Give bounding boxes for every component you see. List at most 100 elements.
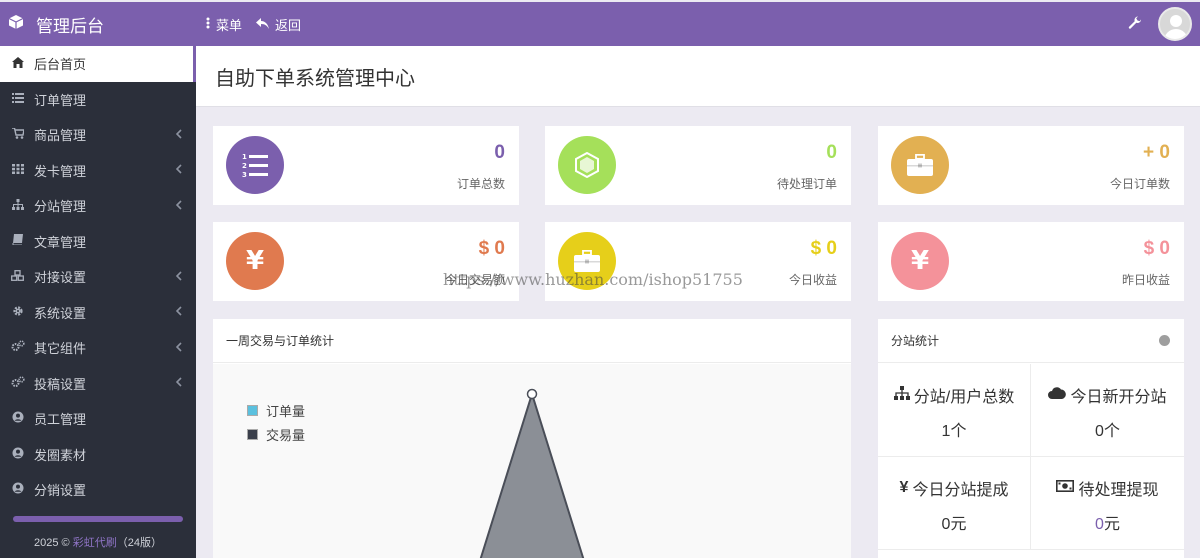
chevron-left-icon: [175, 341, 182, 355]
sidebar-item-label: 发圈素材: [34, 447, 87, 463]
substation-total-title: 分站/用户总数: [913, 389, 1015, 406]
user-circle-icon: [10, 447, 26, 462]
cart-icon: [10, 127, 26, 142]
sidebar-item-label: 分销设置: [34, 483, 87, 499]
stat-label: 今日订单数: [1109, 177, 1170, 191]
cloud-icon: [1048, 386, 1067, 404]
ordered-list-icon: 123: [226, 136, 284, 194]
stat-value: 0: [826, 142, 837, 163]
substation-withdraw-value: 0元: [1031, 510, 1184, 534]
sidebar-item-label: 系统设置: [34, 305, 87, 321]
sidebar-item[interactable]: 其它组件: [0, 330, 196, 366]
substation-new-title: 今日新开分站: [1070, 389, 1167, 406]
reply-icon: [256, 17, 270, 32]
watermark: https://www.huzhan.com/ishop51755: [443, 270, 743, 289]
stat-label: 今日收益: [788, 273, 837, 287]
substation-cell-commission: ¥ 今日分站提成 0元: [878, 457, 1031, 550]
brand-title: 管理后台: [36, 16, 104, 36]
sidebar-item[interactable]: 分站管理: [0, 188, 196, 224]
chevron-left-icon: [175, 270, 182, 284]
substation-commission-title: 今日分站提成: [912, 482, 1009, 499]
sidebar-item[interactable]: 商品管理: [0, 117, 196, 153]
weekly-stats-panel: 一周交易与订单统计 订单量 交易量: [213, 319, 851, 558]
sidebar-item-label: 订单管理: [34, 92, 87, 108]
sidebar-item[interactable]: 员工管理: [0, 401, 196, 437]
sidebar-item-label: 商品管理: [34, 128, 87, 144]
sidebar-item[interactable]: 订单管理: [0, 82, 196, 118]
weekly-chart: 订单量 交易量: [213, 364, 851, 558]
cube-icon: [8, 14, 24, 35]
yen-icon: ¥: [891, 232, 949, 290]
stat-label: 订单总数: [456, 177, 505, 191]
cubes-icon: [10, 269, 26, 284]
sidebar-item[interactable]: 文章管理: [0, 224, 196, 260]
stat-card: $ 0 今日收益: [545, 222, 851, 301]
page-header: 自助下单系统管理中心: [196, 46, 1200, 107]
svg-text:3: 3: [242, 171, 247, 178]
sidebar-item-label: 员工管理: [34, 412, 87, 428]
copyright-version: （24版）: [116, 537, 162, 549]
substation-commission-value: 0元: [941, 516, 967, 533]
svg-text:1: 1: [242, 153, 247, 161]
avatar[interactable]: [1158, 7, 1192, 41]
sidebar-item[interactable]: 投稿设置: [0, 366, 196, 402]
sidebar-item[interactable]: 分销设置: [0, 472, 196, 508]
substation-cell-withdraw: 待处理提现 0元: [1031, 457, 1184, 550]
hexagon-icon: [558, 136, 616, 194]
copyright: 2025 © 彩虹代刷（24版）: [0, 534, 196, 550]
substation-title: 分站统计: [891, 334, 940, 348]
stat-value: $ 0: [810, 238, 837, 259]
sitemap-icon: [10, 198, 26, 213]
stat-label: 待处理订单: [776, 177, 837, 191]
sidebar-item[interactable]: 后台首页: [0, 46, 196, 82]
menu-label: 菜单: [216, 17, 243, 33]
sidebar-item-label: 分站管理: [34, 199, 87, 215]
copyright-year: 2025 ©: [34, 537, 70, 549]
sidebar-item-label: 后台首页: [34, 57, 87, 73]
sitemap-icon: [893, 385, 910, 405]
sidebar-item[interactable]: 对接设置: [0, 259, 196, 295]
menu-toggle-button[interactable]: 菜单: [206, 15, 242, 34]
sidebar-item[interactable]: 发卡管理: [0, 153, 196, 189]
ellipsis-vertical-icon: [206, 17, 210, 32]
gears-icon: [10, 376, 26, 391]
yen-icon: ¥: [226, 232, 284, 290]
chevron-left-icon: [175, 305, 182, 319]
copyright-brand-link[interactable]: 彩虹代刷: [73, 537, 117, 549]
sidebar: 后台首页订单管理商品管理发卡管理分站管理文章管理对接设置系统设置其它组件 投稿设置…: [0, 46, 196, 558]
stat-value: $ 0: [478, 238, 505, 259]
chevron-left-icon: [175, 376, 182, 390]
stat-value: $ 0: [1143, 238, 1170, 259]
gears-icon: [10, 340, 26, 355]
withdraw-count-link[interactable]: 0: [1095, 516, 1104, 533]
money-icon: [1056, 479, 1075, 497]
status-dot[interactable]: [1159, 335, 1170, 346]
yen-icon: ¥: [899, 479, 909, 496]
series-point-peak[interactable]: [526, 388, 538, 400]
substation-cell-new: 今日新开分站 0个: [1031, 364, 1184, 457]
substation-withdraw-title: 待处理提现: [1078, 482, 1159, 499]
briefcase-icon: [891, 136, 949, 194]
stat-label: 昨日收益: [1121, 273, 1170, 287]
sidebar-item[interactable]: 发圈素材: [0, 437, 196, 473]
back-button[interactable]: 返回: [256, 15, 301, 34]
stat-card: 0 待处理订单: [545, 126, 851, 205]
stat-card: ¥ $ 0 昨日收益: [878, 222, 1184, 301]
series-area-volume: [479, 390, 585, 558]
top-bar: 管理后台 菜单 返回: [0, 2, 1200, 46]
gear-icon: [10, 305, 26, 320]
weekly-panel-title: 一周交易与订单统计: [213, 319, 851, 363]
wrench-icon[interactable]: [1128, 15, 1142, 33]
chevron-left-icon: [175, 163, 182, 177]
withdraw-unit: 元: [1103, 516, 1120, 533]
sidebar-item[interactable]: 系统设置: [0, 295, 196, 331]
sidebar-scrollbar[interactable]: [13, 516, 183, 522]
stat-value: + 0: [1143, 142, 1170, 163]
chevron-left-icon: [175, 128, 182, 142]
book-icon: [10, 234, 26, 248]
chevron-left-icon: [175, 199, 182, 213]
stat-value: 0: [494, 142, 505, 163]
user-circle-icon: [10, 411, 26, 426]
sidebar-item-label: 文章管理: [34, 234, 87, 250]
brand[interactable]: 管理后台: [0, 12, 196, 37]
